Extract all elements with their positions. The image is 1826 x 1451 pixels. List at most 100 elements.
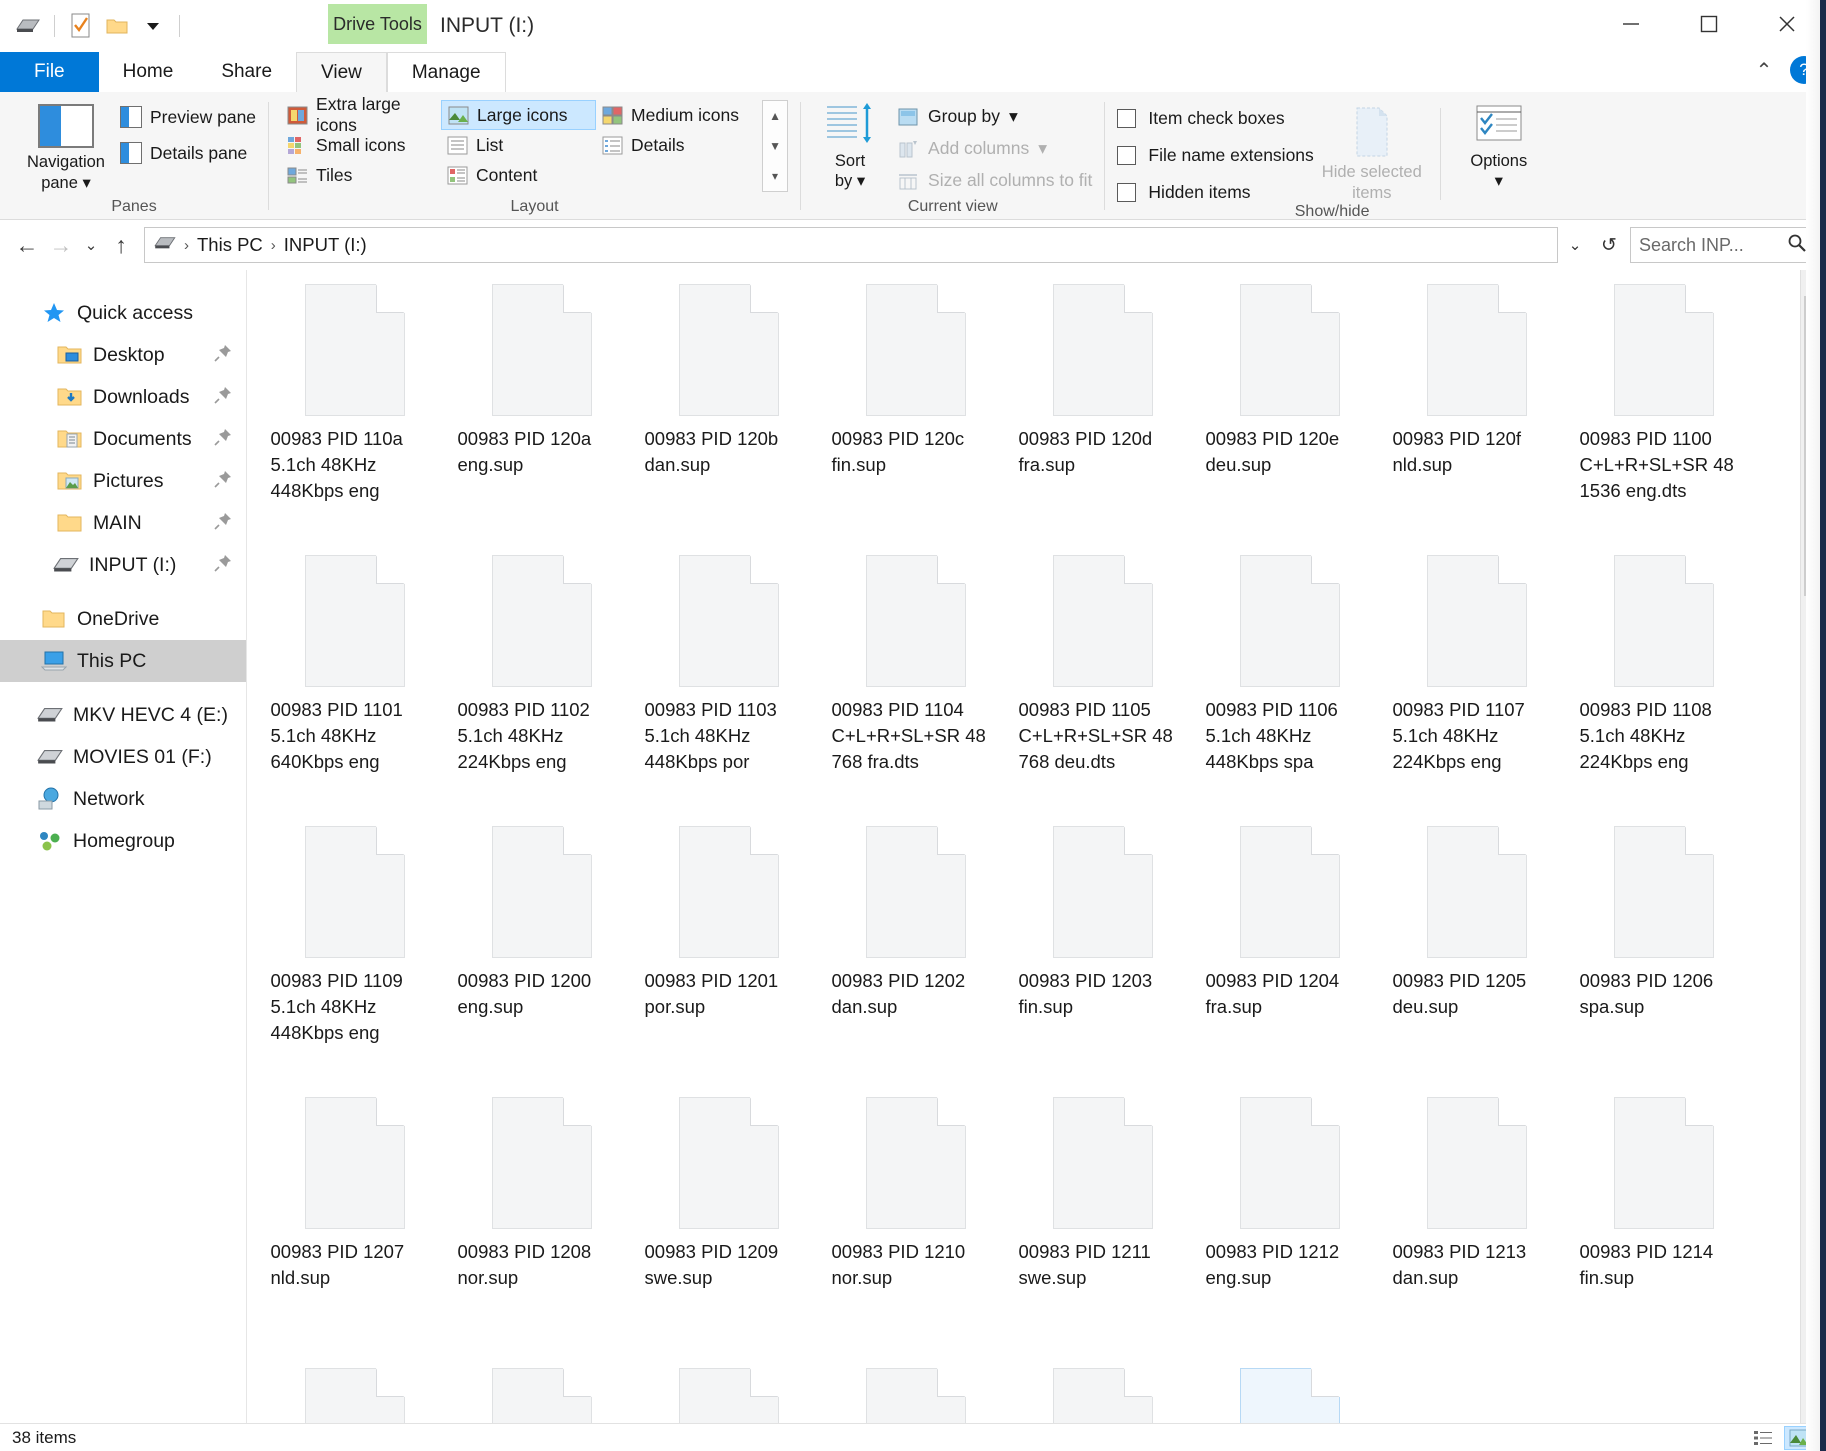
file-item[interactable]: 00983 PID 120a eng.sup (448, 284, 635, 555)
sidebar-item-quick-access[interactable]: Quick access (0, 292, 246, 334)
file-item[interactable]: 00983 PID 1104 C+L+R+SL+SR 48 768 fra.dt… (822, 555, 1009, 826)
file-item[interactable]: 00983 PID 1201 por.sup (635, 826, 822, 1097)
file-item[interactable]: 00983 PID 1108 5.1ch 48KHz 224Kbps eng (1570, 555, 1757, 826)
hidden-items-checkbox[interactable]: Hidden items (1117, 182, 1313, 203)
collapse-ribbon-icon[interactable]: ⌃ (1746, 58, 1782, 83)
refresh-icon[interactable]: ↺ (1592, 234, 1626, 257)
layout-medium-icons[interactable]: Medium icons (596, 100, 756, 130)
sidebar-item-homegroup[interactable]: Homegroup (0, 820, 246, 862)
options-button[interactable]: Options ▾ (1451, 100, 1547, 192)
layout-content[interactable]: Content (441, 160, 596, 190)
file-item[interactable] (261, 1368, 448, 1423)
sidebar-item-onedrive[interactable]: OneDrive (0, 598, 246, 640)
layout-gallery-scrollbar[interactable]: ▲ ▼ ▾ (762, 100, 789, 192)
pin-icon[interactable] (214, 428, 232, 451)
search-icon[interactable] (1787, 233, 1807, 258)
layout-scroll-down-icon[interactable]: ▼ (763, 131, 787, 161)
pin-icon[interactable] (214, 386, 232, 409)
file-item[interactable]: 00983 PID 1102 5.1ch 48KHz 224Kbps eng (448, 555, 635, 826)
sidebar-item-network[interactable]: Network (0, 778, 246, 820)
tab-home[interactable]: Home (99, 52, 198, 92)
breadcrumb-input-drive[interactable]: INPUT (I:) (279, 234, 372, 256)
drive-icon[interactable] (10, 6, 46, 46)
breadcrumb-separator[interactable]: › (268, 237, 279, 254)
sidebar-item-main[interactable]: MAIN (0, 502, 246, 544)
chevron-down-icon[interactable]: ▾ (1495, 172, 1503, 190)
minimize-button[interactable] (1592, 0, 1670, 48)
group-by-button[interactable]: Group by ▾ (897, 106, 1092, 127)
file-item[interactable] (822, 1368, 1009, 1423)
maximize-button[interactable] (1670, 0, 1748, 48)
up-button[interactable]: ↑ (104, 228, 138, 262)
file-item[interactable]: 00983 PID 120e deu.sup (1196, 284, 1383, 555)
file-item[interactable]: 00983 PID 1205 deu.sup (1383, 826, 1570, 1097)
details-view-button[interactable] (1748, 1426, 1778, 1450)
file-item[interactable]: 00983 PID 120c fin.sup (822, 284, 1009, 555)
chevron-down-icon[interactable]: ▾ (83, 174, 91, 192)
item-check-boxes-checkbox[interactable]: Item check boxes (1117, 108, 1313, 129)
file-item[interactable]: 00983 PID 1211 swe.sup (1009, 1097, 1196, 1368)
pin-icon[interactable] (214, 512, 232, 535)
sidebar-item-this-pc[interactable]: This PC (0, 640, 246, 682)
sidebar-item-downloads[interactable]: Downloads (0, 376, 246, 418)
pin-icon[interactable] (214, 344, 232, 367)
file-item[interactable]: 00983 PID 120d fra.sup (1009, 284, 1196, 555)
sidebar-item-documents[interactable]: Documents (0, 418, 246, 460)
file-item[interactable] (448, 1368, 635, 1423)
file-item[interactable]: 00983 PID 1203 fin.sup (1009, 826, 1196, 1097)
file-item[interactable] (1009, 1368, 1196, 1423)
file-item[interactable]: 00983 PID 1213 dan.sup (1383, 1097, 1570, 1368)
file-item-selected[interactable] (1196, 1368, 1383, 1423)
file-item[interactable]: 00983 PID 1200 eng.sup (448, 826, 635, 1097)
layout-large-icons[interactable]: Large icons (441, 100, 597, 130)
sidebar-item-movies-01[interactable]: MOVIES 01 (F:) (0, 736, 246, 778)
sidebar-item-input-drive[interactable]: INPUT (I:) (0, 544, 246, 586)
file-item[interactable]: 00983 PID 110a 5.1ch 48KHz 448Kbps eng (261, 284, 448, 555)
file-item[interactable]: 00983 PID 1106 5.1ch 48KHz 448Kbps spa (1196, 555, 1383, 826)
sidebar-item-mkv-hevc-4[interactable]: MKV HEVC 4 (E:) (0, 694, 246, 736)
layout-tiles[interactable]: Tiles (281, 160, 441, 190)
file-item[interactable]: 00983 PID 1105 C+L+R+SL+SR 48 768 deu.dt… (1009, 555, 1196, 826)
file-item[interactable]: 00983 PID 1202 dan.sup (822, 826, 1009, 1097)
pin-icon[interactable] (214, 554, 232, 577)
layout-small-icons[interactable]: Small icons (281, 130, 441, 160)
file-item[interactable]: 00983 PID 1214 fin.sup (1570, 1097, 1757, 1368)
file-item[interactable]: 00983 PID 1210 nor.sup (822, 1097, 1009, 1368)
layout-list[interactable]: List (441, 130, 596, 160)
file-item[interactable] (635, 1368, 822, 1423)
file-item[interactable]: 00983 PID 1103 5.1ch 48KHz 448Kbps por (635, 555, 822, 826)
checkbox-icon[interactable] (1117, 109, 1137, 128)
search-input[interactable]: Search INP... (1630, 227, 1816, 263)
file-item[interactable]: 00983 PID 1204 fra.sup (1196, 826, 1383, 1097)
file-item[interactable]: 00983 PID 1101 5.1ch 48KHz 640Kbps eng (261, 555, 448, 826)
file-item[interactable]: 00983 PID 120f nld.sup (1383, 284, 1570, 555)
layout-scroll-up-icon[interactable]: ▲ (763, 101, 787, 131)
layout-details[interactable]: Details (596, 130, 756, 160)
sort-by-button[interactable]: Sort by ▾ (813, 100, 887, 192)
sidebar-item-pictures[interactable]: Pictures (0, 460, 246, 502)
back-button[interactable]: ← (10, 228, 44, 262)
file-item[interactable]: 00983 PID 1107 5.1ch 48KHz 224Kbps eng (1383, 555, 1570, 826)
breadcrumb[interactable]: › This PC › INPUT (I:) (144, 227, 1558, 263)
file-item[interactable]: 00983 PID 1109 5.1ch 48KHz 448Kbps eng (261, 826, 448, 1097)
address-dropdown-icon[interactable]: ⌄ (1558, 236, 1592, 254)
new-folder-icon[interactable] (99, 6, 135, 46)
chevron-down-icon[interactable]: ▾ (857, 172, 865, 190)
file-item[interactable]: 00983 PID 1207 nld.sup (261, 1097, 448, 1368)
file-list-view[interactable]: 00983 PID 110a 5.1ch 48KHz 448Kbps eng 0… (247, 270, 1826, 1423)
checkbox-icon[interactable] (1117, 146, 1137, 165)
recent-locations-icon[interactable]: ⌄ (78, 228, 104, 262)
tab-manage[interactable]: Manage (386, 52, 506, 92)
pin-icon[interactable] (214, 470, 232, 493)
navigation-pane-button[interactable]: Navigation pane ▾ (12, 100, 120, 193)
checkbox-icon[interactable] (1117, 183, 1137, 202)
file-item[interactable]: 00983 PID 1209 swe.sup (635, 1097, 822, 1368)
details-pane-button[interactable]: Details pane (120, 142, 256, 164)
layout-scroll-more-icon[interactable]: ▾ (763, 161, 787, 191)
file-item[interactable]: 00983 PID 1212 eng.sup (1196, 1097, 1383, 1368)
properties-icon[interactable] (63, 6, 99, 46)
layout-extra-large-icons[interactable]: Extra large icons (281, 94, 441, 135)
file-item[interactable]: 00983 PID 1100 C+L+R+SL+SR 48 1536 eng.d… (1570, 284, 1757, 555)
tab-view[interactable]: View (296, 52, 387, 92)
file-item[interactable]: 00983 PID 120b dan.sup (635, 284, 822, 555)
